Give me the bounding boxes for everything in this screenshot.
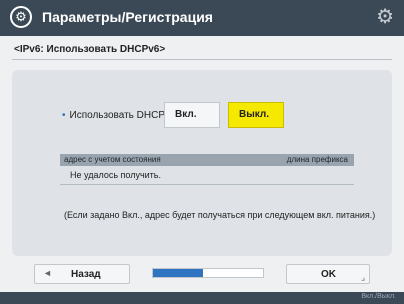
subtitle-divider [12,59,392,60]
dhcpv6-option: • Использовать DHCPv6 [62,110,176,121]
settings-registration-icon: ⚙ [10,6,32,28]
ok-button-label: OK [321,269,336,280]
stateful-address-header: адрес с учетом состояния [64,155,161,164]
row-divider [60,184,354,185]
bullet-icon: • [62,110,66,121]
table-row: Не удалось получить. [60,168,354,184]
off-button[interactable]: Выкл. [228,102,284,128]
page-title: Параметры/Регистрация [42,9,213,25]
back-button-label: Назад [71,269,101,280]
screen-subtitle: <IPv6: Использовать DHCPv6> [14,44,166,55]
status-bar: Вкл./Выкл. [0,292,404,304]
settings-panel: • Использовать DHCPv6 Вкл. Выкл. адрес с … [12,70,392,256]
title-bar: ⚙ Параметры/Регистрация ⚙ [0,0,404,36]
progress-bar [152,268,264,278]
back-button[interactable]: ◄ Назад [34,264,130,284]
ok-button[interactable]: OK ⌟ [286,264,370,284]
dhcpv6-option-label: Использовать DHCPv6 [69,110,176,121]
back-arrow-icon: ◄ [43,268,52,278]
status-text: Вкл./Выкл. [361,293,396,300]
info-note: (Если задано Вкл., адрес будет получатьс… [64,210,376,220]
gear-icon[interactable]: ⚙ [376,6,394,28]
prefix-length-header: длина префикса [286,155,348,164]
on-button[interactable]: Вкл. [164,102,220,128]
address-value: Не удалось получить. [70,170,161,180]
corner-mark-icon: ⌟ [361,273,365,282]
address-table-header: адрес с учетом состояния длина префикса [60,154,354,166]
progress-fill [153,269,203,277]
